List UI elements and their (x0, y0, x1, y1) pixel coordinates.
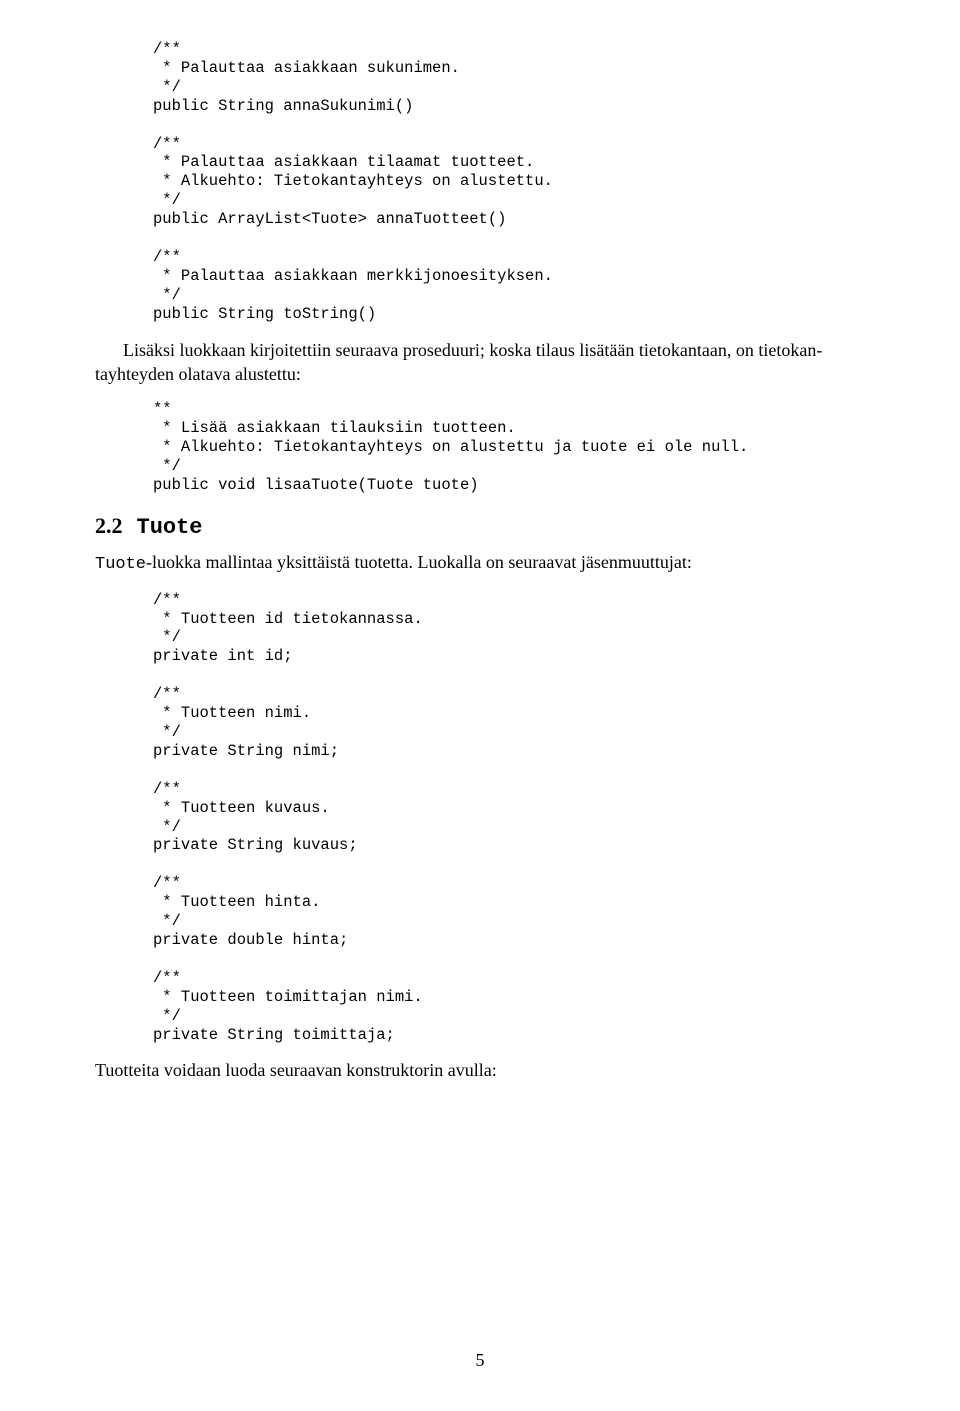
code-block-2: ** * Lisää asiakkaan tilauksiin tuotteen… (95, 400, 865, 495)
section-title: Tuote (137, 515, 203, 540)
document-page: /** * Palauttaa asiakkaan sukunimen. */ … (0, 0, 960, 1411)
inline-code-tuote: Tuote (95, 555, 146, 574)
paragraph-3: Tuotteita voidaan luoda seuraavan konstr… (95, 1058, 865, 1082)
paragraph-2-rest: -luokka mallintaa yksittäistä tuotetta. … (146, 552, 692, 572)
paragraph-2: Tuote-luokka mallintaa yksittäistä tuote… (95, 550, 865, 577)
code-block-1: /** * Palauttaa asiakkaan sukunimen. */ … (95, 40, 865, 324)
paragraph-1: Lisäksi luokkaan kirjoitettiin seuraava … (95, 338, 865, 387)
section-number: 2.2 (95, 513, 123, 538)
paragraph-1-line1: Lisäksi luokkaan kirjoitettiin seuraava … (123, 340, 822, 360)
code-block-3: /** * Tuotteen id tietokannassa. */ priv… (95, 591, 865, 1045)
section-heading-2-2: 2.2 Tuote (95, 513, 865, 540)
page-number: 5 (0, 1350, 960, 1371)
paragraph-1-line2: tayhteyden olatava alustettu: (95, 364, 301, 384)
